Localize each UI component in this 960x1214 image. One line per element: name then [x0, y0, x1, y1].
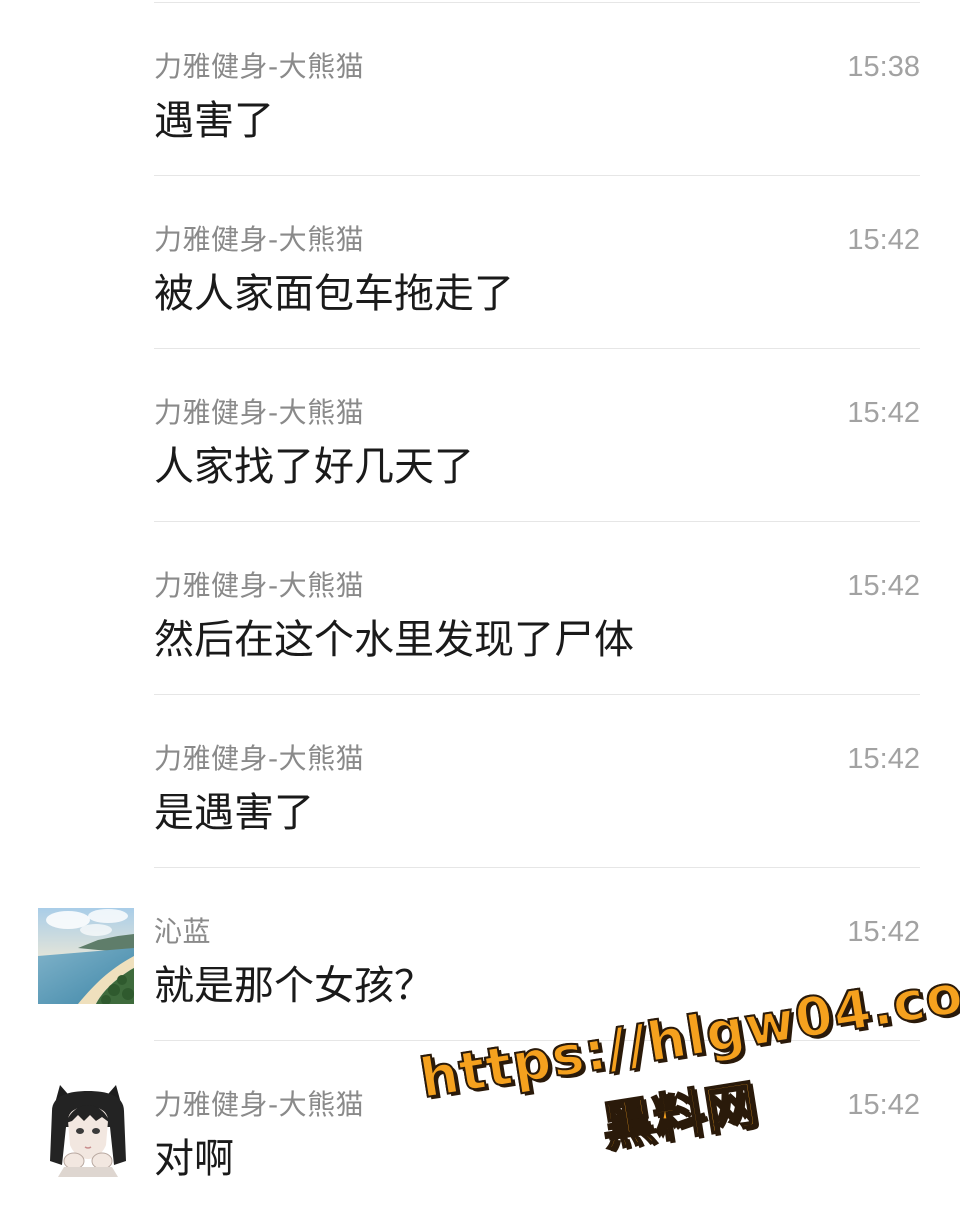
message-time: 15:42: [847, 224, 920, 256]
message-sender[interactable]: 力雅健身-大熊猫: [154, 741, 364, 777]
beach-landscape-avatar-icon: [38, 908, 134, 1004]
message-time: 15:42: [847, 570, 920, 602]
message-text: 被人家面包车拖走了: [154, 271, 514, 317]
message-item[interactable]: 力雅健身-大熊猫 15:42 人家找了好几天了: [0, 349, 960, 522]
message-text: 就是那个女孩？: [154, 963, 434, 1009]
message-item[interactable]: 力雅健身-大熊猫 15:42 被人家面包车拖走了: [0, 176, 960, 349]
message-sender[interactable]: 力雅健身-大熊猫: [154, 1087, 364, 1123]
message-sender[interactable]: 力雅健身-大熊猫: [154, 49, 364, 85]
message-time: 15:42: [847, 1089, 920, 1121]
message-sender[interactable]: 力雅健身-大熊猫: [154, 568, 364, 604]
message-item[interactable]: 力雅健身-大熊猫 15:42 然后在这个水里发现了尸体: [0, 522, 960, 695]
avatar[interactable]: [40, 1081, 136, 1177]
message-text: 遇害了: [154, 98, 274, 144]
message-time: 15:38: [847, 51, 920, 83]
message-time: 15:42: [847, 743, 920, 775]
message-item[interactable]: 沁蓝 15:42 就是那个女孩？: [0, 868, 960, 1041]
message-text: 是遇害了: [154, 790, 314, 836]
message-text: 人家找了好几天了: [154, 444, 474, 490]
avatar[interactable]: [38, 908, 134, 1004]
message-sender[interactable]: 沁蓝: [154, 914, 211, 950]
message-text: 然后在这个水里发现了尸体: [154, 617, 634, 663]
chat-message-list: 力雅健身-大熊猫 15:38 遇害了 力雅健身-大熊猫 15:42 被人家面包车…: [0, 0, 960, 1199]
message-sender[interactable]: 力雅健身-大熊猫: [154, 395, 364, 431]
message-item[interactable]: 力雅健身-大熊猫 15:38 遇害了: [0, 3, 960, 176]
message-item[interactable]: 力雅健身-大熊猫 15:42 对啊: [0, 1041, 960, 1214]
message-time: 15:42: [847, 916, 920, 948]
message-time: 15:42: [847, 397, 920, 429]
anime-cat-girl-avatar-icon: [40, 1081, 136, 1177]
message-sender[interactable]: 力雅健身-大熊猫: [154, 222, 364, 258]
message-item[interactable]: 力雅健身-大熊猫 15:42 是遇害了: [0, 695, 960, 868]
message-text: 对啊: [154, 1136, 234, 1182]
